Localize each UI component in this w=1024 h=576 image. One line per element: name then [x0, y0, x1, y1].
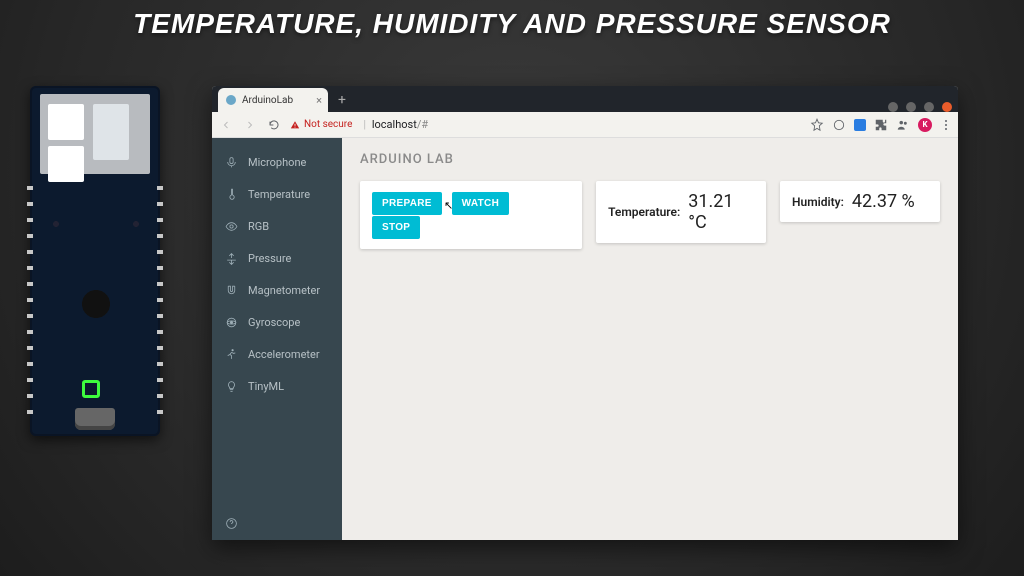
gyroscope-icon	[224, 315, 238, 329]
security-label: Not secure	[304, 119, 352, 130]
mic-icon	[224, 155, 238, 169]
sidebar-item-pressure[interactable]: Pressure	[212, 242, 342, 274]
card-row: PREPARE WATCH STOP ↖ Temperature: 31.21 …	[360, 181, 940, 249]
watch-button[interactable]: WATCH	[452, 192, 509, 215]
board-pins-left	[27, 186, 33, 416]
tab-close-icon[interactable]: ×	[316, 94, 322, 107]
board-pins-right	[157, 186, 163, 416]
nav-reload-button[interactable]	[266, 117, 282, 133]
url-display[interactable]: | localhost/#	[360, 118, 428, 131]
sidebar-help[interactable]	[212, 506, 342, 540]
humidity-value: 42.37 %	[852, 191, 915, 212]
humidity-card: Humidity: 42.37 %	[780, 181, 940, 222]
board-components	[46, 204, 146, 404]
tab-favicon	[226, 95, 236, 105]
extensions-puzzle-icon[interactable]	[874, 118, 888, 132]
sidebar-item-microphone[interactable]: Microphone	[212, 146, 342, 178]
sidebar-item-tinyml[interactable]: TinyML	[212, 370, 342, 402]
app-title: ARDUINO LAB	[360, 152, 940, 167]
sidebar-item-label: Microphone	[248, 156, 306, 169]
prepare-button[interactable]: PREPARE	[372, 192, 442, 215]
url-path: /#	[417, 118, 428, 131]
thermometer-icon	[224, 187, 238, 201]
run-icon	[224, 347, 238, 361]
sidebar-item-label: TinyML	[248, 380, 284, 393]
sidebar-item-label: Gyroscope	[248, 316, 300, 329]
main-content: ARDUINO LAB PREPARE WATCH STOP ↖ Tempera…	[342, 138, 958, 540]
window-close-icon[interactable]	[942, 102, 952, 112]
sidebar-item-gyroscope[interactable]: Gyroscope	[212, 306, 342, 338]
extension-icon-2[interactable]	[854, 119, 866, 131]
arrow-right-icon	[244, 119, 256, 131]
sidebar-item-accelerometer[interactable]: Accelerometer	[212, 338, 342, 370]
bulb-icon	[224, 379, 238, 393]
nav-forward-button[interactable]	[242, 117, 258, 133]
profile-avatar[interactable]: K	[918, 118, 932, 132]
app-root: Microphone Temperature RGB Pressure Magn…	[212, 138, 958, 540]
sidebar-item-label: RGB	[248, 220, 269, 233]
temperature-value: 31.21 °C	[688, 191, 754, 233]
bookmark-star-icon[interactable]	[810, 118, 824, 132]
sidebar-item-label: Temperature	[248, 188, 310, 201]
warning-icon	[290, 120, 300, 130]
browser-tab[interactable]: ArduinoLab ×	[218, 88, 328, 112]
humidity-label: Humidity:	[792, 195, 844, 209]
temperature-card: Temperature: 31.21 °C	[596, 181, 766, 243]
arrow-left-icon	[220, 119, 232, 131]
sensor-highlight-box	[82, 380, 100, 398]
browser-address-bar: Not secure | localhost/# K	[212, 112, 958, 138]
window-controls	[888, 102, 958, 112]
actions-card: PREPARE WATCH STOP ↖	[360, 181, 582, 249]
window-maximize-icon[interactable]	[924, 102, 934, 112]
url-host: localhost	[372, 118, 417, 131]
board-usb	[75, 408, 115, 430]
sidebar: Microphone Temperature RGB Pressure Magn…	[212, 138, 342, 540]
people-icon[interactable]	[896, 118, 910, 132]
sidebar-item-label: Magnetometer	[248, 284, 320, 297]
extension-icon-1[interactable]	[832, 118, 846, 132]
nav-back-button[interactable]	[218, 117, 234, 133]
tab-title: ArduinoLab	[242, 95, 293, 106]
window-update-icon[interactable]	[888, 102, 898, 112]
sidebar-item-label: Pressure	[248, 252, 291, 265]
window-minimize-icon[interactable]	[906, 102, 916, 112]
security-indicator[interactable]: Not secure	[290, 119, 352, 130]
sidebar-item-magnetometer[interactable]: Magnetometer	[212, 274, 342, 306]
pressure-icon	[224, 251, 238, 265]
sidebar-item-temperature[interactable]: Temperature	[212, 178, 342, 210]
browser-tabstrip: ArduinoLab × +	[212, 86, 958, 112]
temperature-label: Temperature:	[608, 205, 680, 219]
new-tab-button[interactable]: +	[332, 90, 352, 110]
help-icon	[224, 516, 238, 530]
browser-window: ArduinoLab × + Not secure | localhost/#	[212, 86, 958, 540]
browser-menu-button[interactable]	[940, 120, 952, 130]
sidebar-item-label: Accelerometer	[248, 348, 320, 361]
reload-icon	[268, 119, 280, 131]
slide-title: TEMPERATURE, HUMIDITY AND PRESSURE SENSO…	[0, 8, 1024, 40]
sidebar-item-rgb[interactable]: RGB	[212, 210, 342, 242]
stop-button[interactable]: STOP	[372, 216, 420, 239]
eye-icon	[224, 219, 238, 233]
magnet-icon	[224, 283, 238, 297]
arduino-board-photo	[30, 86, 160, 436]
